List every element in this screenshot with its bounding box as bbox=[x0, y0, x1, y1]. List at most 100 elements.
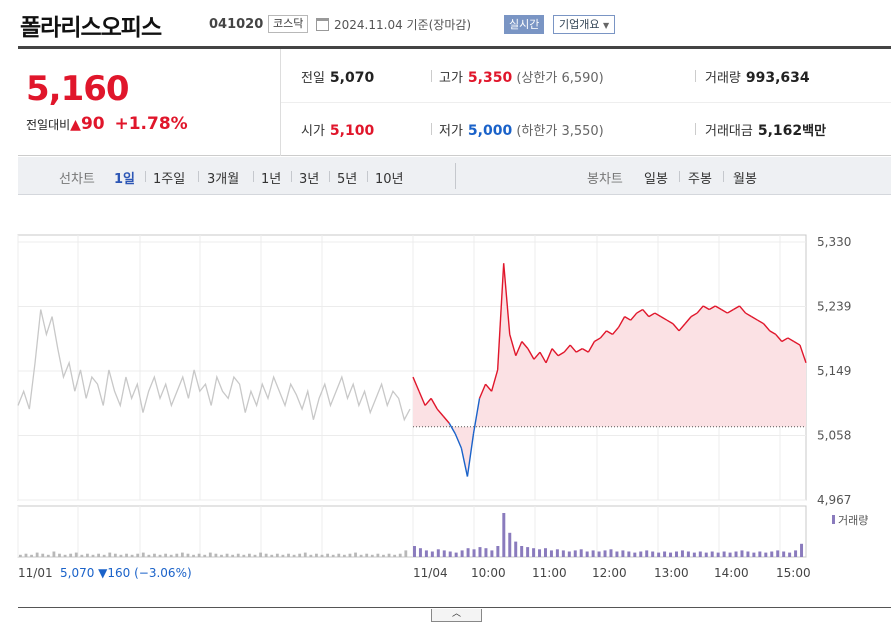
chart-bottom-border bbox=[18, 607, 891, 608]
change-percent: +1.78% bbox=[114, 114, 188, 134]
prev-volume-bar bbox=[376, 553, 380, 557]
company-info-dropdown[interactable]: 기업개요 ▼ bbox=[553, 15, 616, 34]
volume-value: 993,634 bbox=[745, 70, 810, 86]
prev-close: 전일 5,070 bbox=[301, 67, 374, 86]
separator bbox=[695, 70, 696, 82]
prev-volume-bar bbox=[41, 553, 45, 557]
prev-volume-bar bbox=[382, 554, 385, 557]
prev-volume-bar bbox=[147, 554, 151, 557]
x-tick-label: 11:00 bbox=[532, 566, 567, 580]
market-badge: 코스닥 bbox=[268, 15, 309, 33]
high-label: 고가 bbox=[439, 71, 463, 86]
tab-1y[interactable]: 1년 bbox=[261, 168, 281, 187]
prev-volume-bar bbox=[186, 553, 190, 557]
x-tick-label: 12:00 bbox=[592, 566, 627, 580]
volume-bar bbox=[776, 550, 780, 557]
volume-bar bbox=[627, 551, 631, 557]
quote-panel: 5,160 전일대비▲90 +1.78% 전일 5,070 고가 5,350 (상한… bbox=[18, 49, 891, 156]
volume-bar bbox=[508, 532, 512, 557]
volume-bar bbox=[675, 551, 678, 557]
volume: 거래량 993,634 bbox=[705, 67, 810, 86]
separator bbox=[695, 123, 696, 135]
x-tick-label: 11/01 bbox=[18, 566, 53, 580]
volume-bar bbox=[764, 552, 768, 557]
prev-volume-bar bbox=[46, 554, 50, 557]
volume-bar bbox=[788, 552, 792, 557]
prev-volume-bar bbox=[52, 551, 56, 557]
amount-unit: 백만 bbox=[802, 124, 827, 139]
volume-bar bbox=[645, 550, 649, 557]
lower-limit: (하한가 3,550) bbox=[516, 124, 604, 139]
volume-bar bbox=[544, 548, 547, 557]
prev-volume-bar bbox=[125, 553, 128, 557]
tab-5y[interactable]: 5년 bbox=[337, 168, 357, 187]
tab-10y[interactable]: 10년 bbox=[375, 168, 404, 187]
prev-volume-bar bbox=[97, 553, 100, 557]
caret-down-icon: ▼ bbox=[602, 21, 610, 30]
prev-volume-bar bbox=[130, 554, 134, 557]
volume-bar bbox=[555, 549, 559, 557]
prev-volume-bar bbox=[281, 554, 285, 557]
prev-volume-bar bbox=[119, 554, 123, 557]
volume-bar bbox=[746, 551, 750, 557]
prev-volume-bar bbox=[113, 553, 117, 557]
volume-bar bbox=[430, 551, 434, 557]
prev-volume-bar bbox=[136, 553, 140, 557]
tab-monthly[interactable]: 월봉 bbox=[733, 168, 757, 187]
prev-volume-bar bbox=[387, 553, 391, 557]
prev-volume-bar bbox=[102, 554, 106, 557]
high-price: 고가 5,350 (상한가 6,590) bbox=[439, 67, 604, 86]
upper-limit: (상한가 6,590) bbox=[516, 71, 604, 86]
volume-bar bbox=[734, 551, 738, 557]
volume-frame bbox=[17, 505, 807, 558]
amount-value: 5,162 bbox=[757, 123, 803, 139]
prev-volume-bar bbox=[309, 554, 313, 557]
prev-volume-bar bbox=[264, 553, 268, 557]
volume-bar bbox=[603, 550, 607, 557]
volume-bar bbox=[710, 551, 714, 557]
prev-volume-bar bbox=[208, 552, 212, 557]
prev-volume-bar bbox=[337, 553, 341, 557]
volume-bar bbox=[615, 551, 619, 557]
realtime-button[interactable]: 실시간 bbox=[504, 15, 545, 34]
prev-volume-bar bbox=[197, 553, 201, 557]
stock-name: 폴라리스오피스 bbox=[20, 15, 162, 41]
prev-volume-bar bbox=[108, 552, 112, 557]
volume-bar bbox=[794, 550, 798, 557]
volume-bar bbox=[800, 543, 804, 557]
volume-bar bbox=[716, 552, 720, 557]
prev-close-label: 전일 bbox=[301, 71, 325, 86]
volume-legend: 거래량 bbox=[838, 514, 868, 527]
tab-weekly[interactable]: 주봉 bbox=[688, 168, 712, 187]
x-tick-label: 15:00 bbox=[776, 566, 811, 580]
separator bbox=[291, 171, 292, 182]
volume-bar bbox=[740, 550, 744, 557]
separator bbox=[723, 171, 724, 182]
volume-bar bbox=[502, 513, 506, 557]
prev-volume-bar bbox=[86, 553, 89, 557]
tab-3y[interactable]: 3년 bbox=[299, 168, 319, 187]
volume-bar bbox=[585, 551, 589, 557]
volume-bar bbox=[621, 550, 625, 557]
tab-daily[interactable]: 일봉 bbox=[644, 168, 668, 187]
change-amount: 90 bbox=[80, 114, 105, 134]
volume-bar bbox=[758, 551, 762, 557]
volume-bar bbox=[561, 550, 565, 557]
y-tick-label: 4,967 bbox=[817, 493, 851, 507]
prev-volume-bar bbox=[35, 552, 39, 557]
volume-bar bbox=[722, 551, 726, 557]
tab-1d[interactable]: 1일 bbox=[114, 168, 135, 187]
prev-day-line bbox=[17, 309, 411, 422]
volume-bar bbox=[651, 551, 655, 557]
separator bbox=[145, 171, 146, 182]
volume-bar bbox=[514, 541, 518, 557]
volume-bar bbox=[454, 552, 458, 557]
tab-1w[interactable]: 1주일 bbox=[153, 168, 185, 187]
prev-volume-bar bbox=[164, 553, 168, 557]
tab-3m[interactable]: 3개월 bbox=[207, 168, 239, 187]
collapse-toggle-button[interactable]: ︿ bbox=[431, 609, 482, 622]
volume-bar bbox=[549, 550, 553, 557]
prev-volume-bar bbox=[203, 554, 207, 557]
company-info-label: 기업개요 bbox=[559, 18, 600, 31]
price-chart: 5,330 5,239 5,149 5,058 4,967 거래량 11/01 11/04 10… bbox=[17, 234, 868, 580]
